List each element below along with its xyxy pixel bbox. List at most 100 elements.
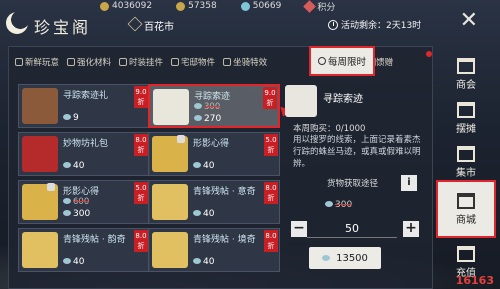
weekly-limit: 本周购买：0/1000 xyxy=(293,124,366,134)
item-price: 40 xyxy=(63,161,84,171)
quantity-value[interactable]: 50 xyxy=(317,222,387,235)
item-price: 40 xyxy=(193,257,214,267)
sidebar-item-market[interactable]: 集市 xyxy=(440,140,492,184)
city-label: 百花市 xyxy=(128,18,174,33)
jade-price-icon xyxy=(193,162,201,168)
discount-badge: 8.0 折 xyxy=(134,134,148,156)
item-price: 40 xyxy=(193,209,214,219)
item-old-price: 300 xyxy=(194,102,220,112)
page-title: 珍宝阁 xyxy=(34,18,92,37)
quantity-underline xyxy=(307,237,397,238)
item-name: 青锋残帖 · 韵奇 xyxy=(63,235,126,245)
item-name: 形影心得 xyxy=(63,187,100,197)
header: 珍宝阁 百花市 活动剩余：2天13时 ✕ xyxy=(0,10,500,38)
item-old-price: 600 xyxy=(63,197,89,207)
jade-price-icon xyxy=(63,258,71,264)
item-card[interactable]: 形影心得 40 5.0 折 xyxy=(148,132,280,176)
item-name: 妙物坊礼包 xyxy=(63,139,109,149)
discount-badge: 9.0 折 xyxy=(134,86,148,108)
sidebar-item-stall[interactable]: 摆摊 xyxy=(440,96,492,140)
item-card[interactable]: 寻踪索迹 300 270 9.0 折 xyxy=(148,84,280,128)
item-detail: 寻踪索迹 本周购买：0/1000 用以搜罗的线索，上面记录着素杰行踪的蛛丝马迹，… xyxy=(283,82,428,289)
tab-fashion[interactable]: 时装挂件 xyxy=(116,52,166,72)
site-watermark: 16163 xyxy=(455,274,494,287)
notification-dot xyxy=(426,51,432,57)
original-price: 300 xyxy=(325,200,352,210)
item-card[interactable]: 青锋残帖 · 意奇 40 8.0 折 xyxy=(148,180,280,224)
discount-badge: 5.0 折 xyxy=(134,182,148,204)
item-thumbnail xyxy=(22,232,58,268)
discount-badge: 9.0 折 xyxy=(263,87,277,109)
tab-mount[interactable]: 坐骑特效 xyxy=(220,52,270,72)
item-card[interactable]: 妙物坊礼包 40 8.0 折 xyxy=(18,132,150,176)
sidebar-item-guild[interactable]: 商会 xyxy=(440,52,492,96)
detail-thumbnail xyxy=(285,85,317,117)
timer-icon xyxy=(317,57,326,65)
detail-description: 用以搜罗的线索，上面记录着素杰行踪的蛛丝马迹，或真或假难以明辨。 xyxy=(293,135,421,169)
jade-price-icon xyxy=(325,201,333,207)
item-name: 寻踪索迹 xyxy=(194,92,231,102)
item-card[interactable]: 形影心得 600 300 5.0 折 xyxy=(18,180,150,224)
sidebar-item-mall[interactable]: 商城 xyxy=(436,180,496,238)
recharge-icon xyxy=(457,245,475,262)
item-thumbnail xyxy=(22,88,58,124)
plus-button[interactable]: + xyxy=(403,221,419,237)
market-icon xyxy=(457,145,475,162)
stall-icon xyxy=(457,101,475,118)
item-name: 青锋残帖 · 境奇 xyxy=(193,235,256,245)
jade-price-icon xyxy=(194,103,202,109)
clock-icon xyxy=(328,19,338,30)
item-thumbnail xyxy=(22,136,58,172)
moon-logo-icon xyxy=(6,12,28,34)
event-timer: 活动剩余：2天13时 xyxy=(328,18,421,31)
close-button[interactable]: ✕ xyxy=(460,10,478,32)
buy-button[interactable]: 13500 xyxy=(309,247,381,269)
house-icon xyxy=(171,58,180,66)
mount-icon xyxy=(223,58,232,66)
item-name: 寻踪索迹礼 xyxy=(63,91,109,101)
lock-icon xyxy=(47,183,55,191)
item-thumbnail xyxy=(152,184,188,220)
item-thumbnail xyxy=(153,89,189,125)
item-thumbnail xyxy=(152,232,188,268)
item-price: 40 xyxy=(193,161,214,171)
category-tabs: 新鲜玩意 强化材料 时装挂件 宅邸物件 坐骑特效 每周限时 江湖馈赠 xyxy=(12,46,396,76)
enhance-icon xyxy=(67,58,76,66)
guild-icon xyxy=(457,57,475,74)
item-name: 青锋残帖 · 意奇 xyxy=(193,187,256,197)
minus-button[interactable]: − xyxy=(291,221,307,237)
tab-weekly[interactable]: 每周限时 xyxy=(309,46,375,76)
discount-badge: 8.0 折 xyxy=(264,182,278,204)
detail-name: 寻踪索迹 xyxy=(323,94,363,105)
quantity-stepper: − 50 + xyxy=(287,221,419,238)
jade-price-icon xyxy=(63,198,71,204)
item-price: 9 xyxy=(63,113,79,123)
jade-price-icon xyxy=(63,162,71,168)
jade-price-icon xyxy=(63,114,71,120)
jade-price-icon xyxy=(193,210,201,216)
discount-badge: 5.0 折 xyxy=(264,134,278,156)
right-sidebar: 商会 摆摊 集市 商城 充值 xyxy=(436,46,496,289)
tab-enhance[interactable]: 强化材料 xyxy=(64,52,114,72)
tab-house[interactable]: 宅邸物件 xyxy=(168,52,218,72)
item-card[interactable]: 青锋残帖 · 境奇 40 8.0 折 xyxy=(148,228,280,272)
mall-icon xyxy=(457,192,475,209)
jade-price-icon xyxy=(194,115,202,121)
item-price: 40 xyxy=(63,257,84,267)
item-price: 270 xyxy=(194,114,221,124)
discount-badge: 8.0 折 xyxy=(264,230,278,252)
item-name: 形影心得 xyxy=(193,139,230,149)
tab-new[interactable]: 新鲜玩意 xyxy=(12,52,62,72)
item-card[interactable]: 青锋残帖 · 韵奇 40 8.0 折 xyxy=(18,228,150,272)
discount-badge: 8.0 折 xyxy=(134,230,148,252)
item-card[interactable]: 寻踪索迹礼 9 9.0 折 xyxy=(18,84,150,128)
jade-price-icon xyxy=(63,210,71,216)
jade-price-icon xyxy=(193,258,201,264)
lock-icon xyxy=(177,135,185,143)
jade-price-icon xyxy=(322,255,331,261)
item-price: 300 xyxy=(63,209,90,219)
fashion-icon xyxy=(119,58,128,66)
source-label: 货物获取途径 xyxy=(327,179,379,189)
info-button[interactable]: i xyxy=(401,175,417,191)
new-icon xyxy=(15,58,23,66)
